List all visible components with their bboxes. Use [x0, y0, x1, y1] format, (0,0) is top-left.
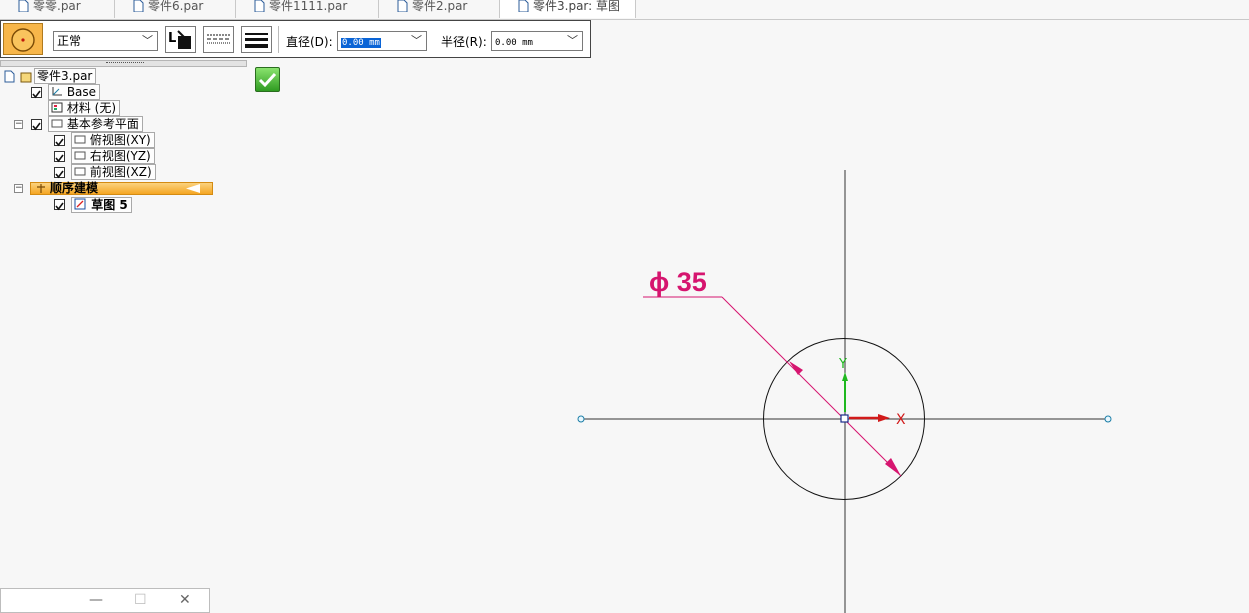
pane-splitter[interactable]: [0, 60, 247, 67]
diameter-label: 直径(D):: [286, 35, 333, 49]
command-bar-divider: [278, 26, 279, 53]
plane-icon: [51, 119, 63, 128]
chevron-down-icon: ﹀: [567, 34, 578, 47]
part-doc-icon: [254, 0, 265, 12]
line-type-button[interactable]: [203, 26, 234, 53]
axis-x-label: X: [896, 412, 906, 428]
ordered-modeling-group[interactable]: 顺序建模: [30, 182, 213, 195]
coordinate-system-icon: [52, 87, 62, 96]
tree-root[interactable]: 零件3.par: [4, 68, 97, 84]
tree-item-plane-xz[interactable]: 前视图(XZ): [71, 164, 156, 180]
checkbox-base[interactable]: [31, 87, 42, 99]
splitter-grip: [106, 62, 144, 65]
radius-input[interactable]: 0.00 mm ﹀: [491, 31, 583, 51]
line-endpoint-right: [1104, 415, 1112, 423]
floating-window: — ☐ ✕: [0, 588, 210, 613]
checkbox-ref-planes[interactable]: [31, 119, 42, 131]
style-select[interactable]: 正常 ﹀: [53, 31, 158, 51]
tab-1[interactable]: 零件6.par: [115, 0, 236, 18]
circle-center-icon: [11, 28, 35, 52]
axis-y-arrow: [842, 372, 848, 381]
layer-color-button[interactable]: L: [165, 26, 196, 53]
checkbox-plane-xy[interactable]: [54, 135, 65, 147]
circle-by-center-button[interactable]: [3, 23, 43, 55]
origin-marker: [840, 414, 849, 423]
tab-4-active[interactable]: 零件3.par: 草图: [500, 0, 636, 18]
plane-icon: [74, 167, 86, 176]
line-width-icon: [245, 33, 268, 48]
tree-item-sketch[interactable]: 草图 5: [71, 197, 132, 213]
minimize-button[interactable]: —: [89, 592, 103, 608]
tree-item-base[interactable]: Base: [48, 84, 101, 100]
axis-x-arrow: [878, 414, 890, 422]
document-tab-bar: 零零.par 零件6.par 零件1111.par 零件2.par 零件3.pa…: [0, 0, 1249, 20]
diameter-value: 0.00 mm: [341, 38, 381, 48]
diameter-input[interactable]: 0.00 mm ﹀: [337, 31, 427, 51]
chevron-down-icon: ﹀: [142, 34, 153, 47]
maximize-button[interactable]: ☐: [134, 592, 147, 608]
axis-y-label: Y: [838, 357, 847, 372]
plane-icon: [74, 135, 86, 144]
tab-0[interactable]: 零零.par: [0, 0, 115, 18]
dimension-label: ϕ 35: [649, 267, 707, 297]
checkbox-plane-yz[interactable]: [54, 151, 65, 163]
part-doc-icon: [133, 0, 144, 12]
tab-3[interactable]: 零件2.par: [379, 0, 500, 18]
line-width-button[interactable]: [241, 26, 272, 53]
radius-label: 半径(R):: [441, 35, 487, 49]
dimension-leader-diagonal: [721, 296, 902, 477]
dashed-lines-icon: [207, 34, 230, 44]
sketch-icon: [74, 198, 86, 210]
circle-command-bar: 正常 ﹀ L 直径(D): 0.00 mm ﹀ 半径(R): 0.00 mm ﹀: [0, 20, 591, 58]
dimension-arrow-upper: [789, 361, 803, 375]
layer-pen-icon: L: [168, 30, 191, 49]
part-doc-icon: [518, 0, 529, 12]
close-button[interactable]: ✕: [179, 592, 191, 608]
part-doc-icon: [18, 0, 29, 12]
svg-text:L: L: [168, 31, 176, 46]
collapse-arrow-icon: [186, 184, 200, 193]
part-doc-icon: [397, 0, 408, 12]
plane-icon: [74, 151, 86, 160]
expander-ordered-group[interactable]: −: [14, 184, 23, 193]
radius-value: 0.00 mm: [495, 38, 533, 48]
tree-item-plane-yz[interactable]: 右视图(YZ): [71, 148, 155, 164]
expander-ref-planes[interactable]: −: [14, 120, 23, 129]
pathfinder-tree: 零件3.par Base 材料 (无) − 基本参考平面 俯视图(XY) 右视图…: [0, 68, 260, 218]
dimension-arrow-lower: [885, 458, 901, 476]
ordered-icon: [37, 184, 45, 193]
chevron-down-icon: ﹀: [411, 34, 422, 47]
tree-item-material[interactable]: 材料 (无): [48, 100, 121, 116]
tree-item-plane-xy[interactable]: 俯视图(XY): [71, 132, 155, 148]
tree-item-ref-planes[interactable]: 基本参考平面: [48, 116, 143, 132]
assembly-doc-icon: [4, 70, 32, 83]
material-icon: [51, 102, 63, 113]
checkbox-plane-xz[interactable]: [54, 167, 65, 179]
tab-2[interactable]: 零件1111.par: [236, 0, 379, 18]
checkbox-sketch[interactable]: [54, 199, 65, 211]
ordered-group-label: 顺序建模: [50, 181, 99, 195]
line-endpoint-left: [577, 415, 585, 423]
